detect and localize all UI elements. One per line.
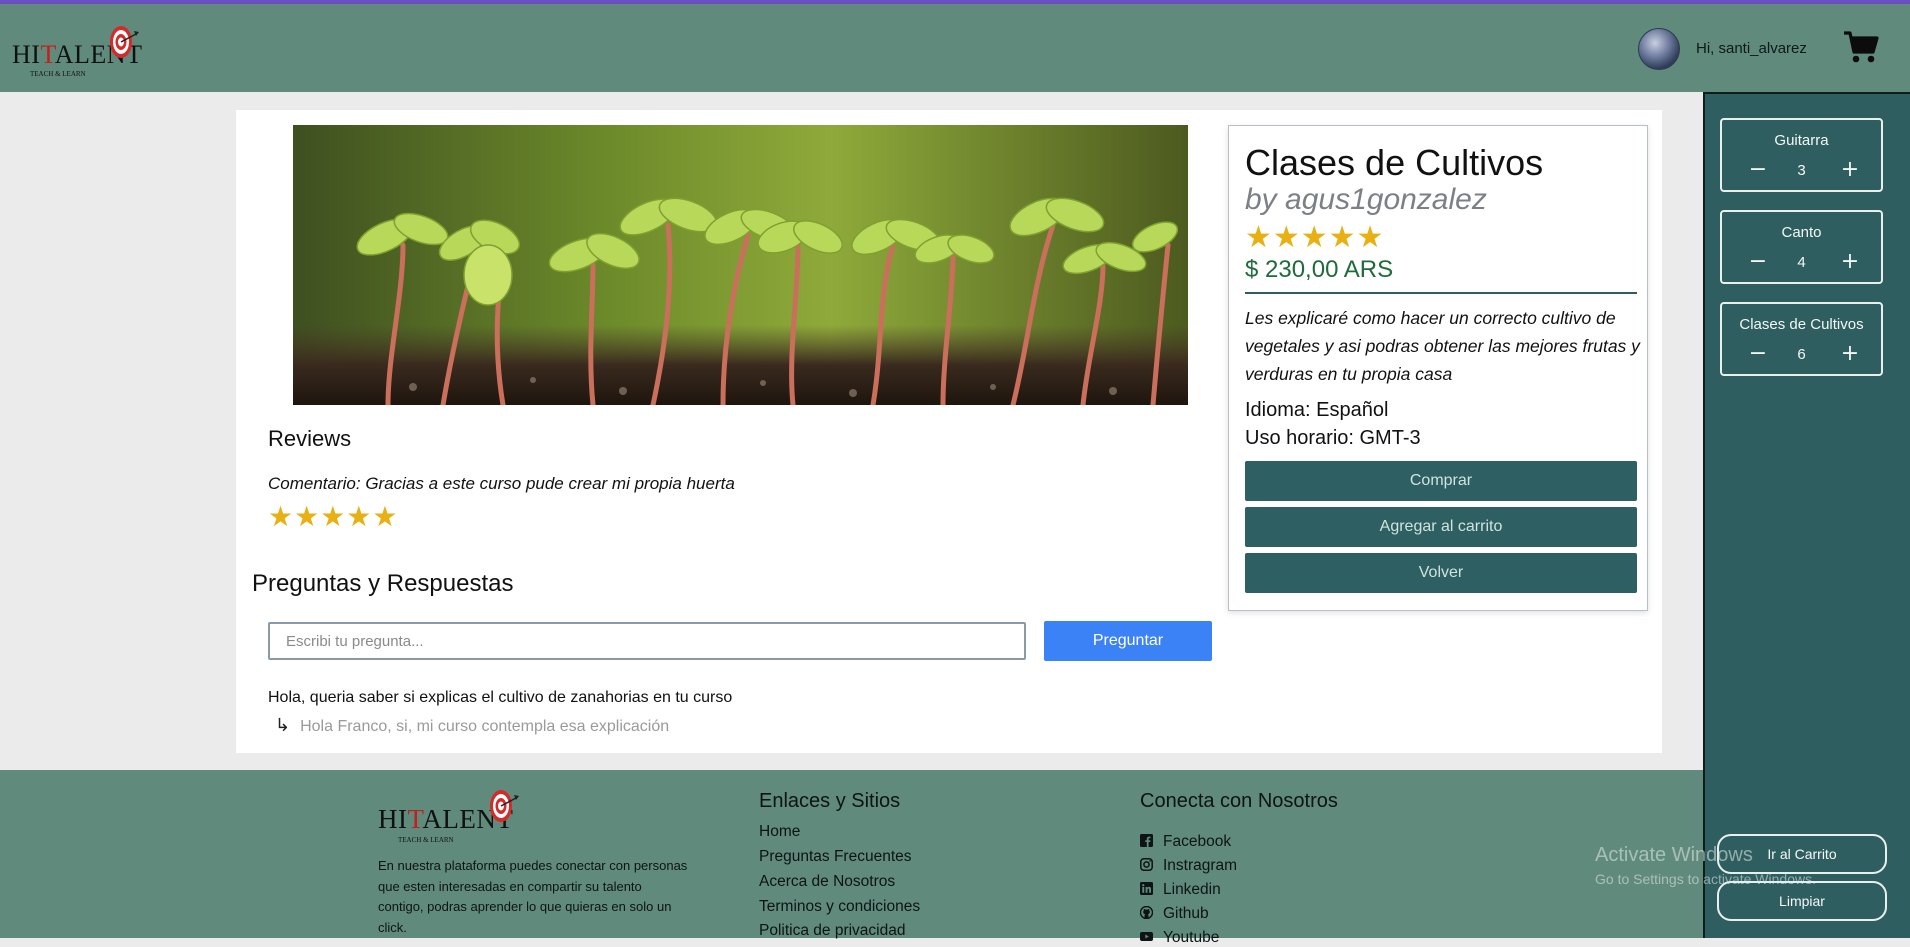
- cart-item: Clases de Cultivos − 6 +: [1720, 302, 1883, 376]
- footer-link-faq[interactable]: Preguntas Frecuentes: [759, 848, 912, 866]
- qa-heading: Preguntas y Respuestas: [252, 570, 514, 597]
- footer-link-terms[interactable]: Terminos y condiciones: [759, 898, 920, 916]
- course-title: Clases de Cultivos: [1245, 142, 1544, 183]
- cart-item-name: Canto: [1781, 224, 1822, 241]
- cart-item-name: Clases de Cultivos: [1739, 316, 1864, 333]
- clear-cart-button[interactable]: Limpiar: [1717, 881, 1887, 921]
- footer-logo[interactable]: HITALENT TEACH & LEARN: [378, 786, 519, 858]
- social-link-instagram[interactable]: Instragram: [1140, 857, 1237, 875]
- back-button[interactable]: Volver: [1245, 553, 1637, 593]
- course-author[interactable]: by agus1gonzalez: [1245, 183, 1487, 217]
- cart-item: Canto − 4 +: [1720, 210, 1883, 284]
- windows-activation-watermark: Activate Windows Go to Settings to activ…: [1595, 844, 1816, 887]
- social-link-github[interactable]: Github: [1140, 905, 1209, 923]
- course-hero-image: [293, 125, 1188, 405]
- increase-quantity-button[interactable]: +: [1838, 342, 1862, 366]
- footer-about-text: En nuestra plataforma puedes conectar co…: [378, 858, 688, 935]
- course-description: Les explicaré como hacer un correcto cul…: [1245, 308, 1640, 384]
- target-icon: [110, 26, 139, 58]
- cart-item: Guitarra − 3 +: [1720, 118, 1883, 192]
- review-rating-stars: ★★★★★: [268, 501, 399, 532]
- linkedin-icon: [1140, 882, 1153, 895]
- course-rating-stars: ★★★★★: [1245, 221, 1385, 254]
- user-avatar[interactable]: [1638, 28, 1680, 70]
- course-timezone: Uso horario: GMT-3: [1245, 427, 1421, 449]
- reviews-heading: Reviews: [268, 426, 352, 451]
- footer-link-about[interactable]: Acerca de Nosotros: [759, 873, 895, 891]
- question-item: Hola, queria saber si explicas el cultiv…: [268, 689, 733, 706]
- course-language: Idioma: Español: [1245, 399, 1389, 421]
- footer-links-heading: Enlaces y Sitios: [759, 790, 901, 812]
- question-input[interactable]: [268, 622, 1026, 660]
- target-icon: [490, 790, 519, 822]
- footer-social-heading: Conecta con Nosotros: [1140, 790, 1338, 812]
- answer-text: Hola Franco, si, mi curso contempla esa …: [300, 718, 670, 735]
- facebook-icon: [1140, 834, 1153, 847]
- instagram-icon: [1140, 858, 1153, 871]
- user-greeting[interactable]: Hi, santi_alvarez: [1696, 40, 1807, 57]
- social-link-youtube[interactable]: Youtube: [1140, 929, 1219, 947]
- navbar: HITALENT TEACH & LEARN Hi, santi_alvarez: [0, 4, 1910, 92]
- course-price: $ 230,00 ARS: [1245, 256, 1394, 283]
- shopping-cart-icon[interactable]: [1843, 30, 1879, 64]
- youtube-icon: [1140, 932, 1153, 941]
- reply-arrow-icon: ↳: [275, 715, 291, 735]
- review-comment: Comentario: Gracias a este curso pude cr…: [268, 474, 735, 493]
- answer-item: ↳ Hola Franco, si, mi curso contempla esa…: [275, 715, 669, 736]
- increase-quantity-button[interactable]: +: [1838, 158, 1862, 182]
- price-divider: [1245, 292, 1637, 294]
- site-logo[interactable]: HITALENT TEACH & LEARN: [12, 18, 142, 80]
- footer-link-home[interactable]: Home: [759, 823, 800, 841]
- add-to-cart-button[interactable]: Agregar al carrito: [1245, 507, 1637, 547]
- footer-link-privacy[interactable]: Politica de privacidad: [759, 922, 905, 940]
- social-link-linkedin[interactable]: Linkedin: [1140, 881, 1221, 899]
- ask-question-button[interactable]: Preguntar: [1044, 621, 1212, 661]
- social-link-facebook[interactable]: Facebook: [1140, 833, 1231, 851]
- buy-button[interactable]: Comprar: [1245, 461, 1637, 501]
- cart-item-name: Guitarra: [1774, 132, 1829, 149]
- github-icon: [1140, 906, 1153, 919]
- increase-quantity-button[interactable]: +: [1838, 250, 1862, 274]
